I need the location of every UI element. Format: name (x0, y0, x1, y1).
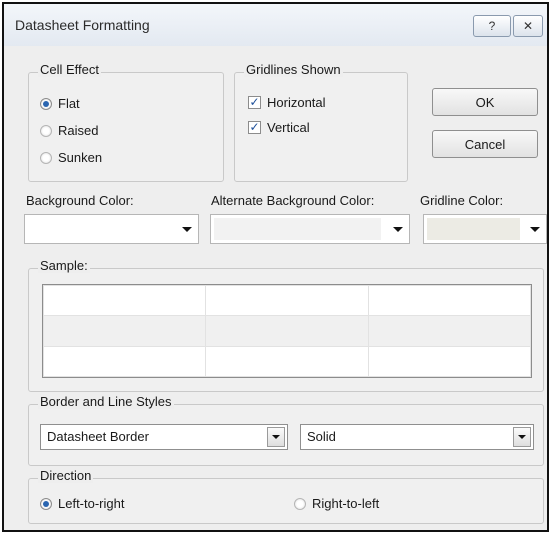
radio-indicator (40, 151, 52, 164)
help-icon: ? (488, 19, 496, 33)
datasheet-formatting-dialog: Datasheet Formatting ? ✕ Cell Effect Fla… (2, 2, 549, 532)
radio-selected-indicator (40, 497, 52, 510)
close-icon: ✕ (522, 19, 534, 33)
border-styles-label: Border and Line Styles (38, 394, 174, 409)
border-type-select[interactable]: Datasheet Border (40, 424, 288, 450)
sample-row (42, 284, 532, 317)
cell-effect-label: Cell Effect (38, 62, 102, 77)
sample-cell (367, 315, 532, 347)
chevron-down-icon (393, 227, 403, 232)
close-button[interactable]: ✕ (513, 15, 543, 37)
check-icon: ✓ (248, 120, 261, 134)
sample-cell (42, 345, 207, 378)
background-color-label: Background Color: (26, 193, 134, 208)
border-type-value: Datasheet Border (47, 429, 149, 444)
sample-preview-grid (42, 284, 532, 378)
check-icon: ✓ (248, 95, 261, 109)
gridlines-label: Gridlines Shown (244, 62, 343, 77)
left-to-right-radio[interactable]: Left-to-right (40, 496, 124, 511)
sample-cell (367, 345, 532, 378)
flat-label: Flat (58, 96, 80, 111)
title-bar: Datasheet Formatting ? ✕ (4, 4, 547, 46)
vertical-label: Vertical (267, 120, 310, 135)
sample-label: Sample: (38, 258, 90, 273)
chevron-down-icon[interactable] (513, 427, 531, 447)
alternate-color-swatch (214, 218, 381, 240)
cancel-button[interactable]: Cancel (432, 130, 538, 158)
help-button[interactable]: ? (473, 15, 511, 37)
cell-effect-raised-radio[interactable]: Raised (40, 123, 98, 138)
sample-cell (42, 284, 207, 317)
sample-table (42, 284, 532, 378)
cell-effect-flat-radio[interactable]: Flat (40, 96, 80, 111)
cell-effect-sunken-radio[interactable]: Sunken (40, 150, 102, 165)
vertical-checkbox[interactable]: ✓ Vertical (248, 120, 310, 135)
chevron-down-icon[interactable] (267, 427, 285, 447)
sample-row (42, 315, 532, 347)
dialog-title: Datasheet Formatting (15, 17, 150, 33)
line-style-select[interactable]: Solid (300, 424, 534, 450)
radio-selected-indicator (40, 97, 52, 110)
sunken-label: Sunken (58, 150, 103, 165)
alternate-background-color-label: Alternate Background Color: (211, 193, 375, 208)
background-color-swatch (28, 218, 170, 240)
gridline-color-label: Gridline Color: (420, 193, 504, 208)
sample-cell (205, 284, 369, 317)
gridline-color-swatch (427, 218, 520, 240)
sample-row (42, 345, 532, 378)
horizontal-label: Horizontal (267, 95, 326, 110)
gridline-color-picker[interactable] (423, 214, 547, 244)
chevron-down-icon (182, 227, 192, 232)
chevron-down-icon (530, 227, 540, 232)
cancel-label: Cancel (464, 136, 506, 152)
sample-cell (205, 345, 369, 378)
sample-cell (205, 315, 369, 347)
ok-label: OK (475, 94, 495, 110)
radio-indicator (294, 497, 306, 510)
alternate-background-color-picker[interactable] (210, 214, 410, 244)
background-color-picker[interactable] (24, 214, 199, 244)
radio-indicator (40, 124, 52, 137)
right-to-left-radio[interactable]: Right-to-left (294, 496, 379, 511)
left-to-right-label: Left-to-right (58, 496, 125, 511)
line-style-value: Solid (307, 429, 336, 444)
horizontal-checkbox[interactable]: ✓ Horizontal (248, 95, 326, 110)
ok-button[interactable]: OK (432, 88, 538, 116)
right-to-left-label: Right-to-left (312, 496, 380, 511)
sample-cell (367, 284, 532, 317)
raised-label: Raised (58, 123, 99, 138)
sample-cell (42, 315, 207, 347)
direction-label: Direction (38, 468, 94, 483)
